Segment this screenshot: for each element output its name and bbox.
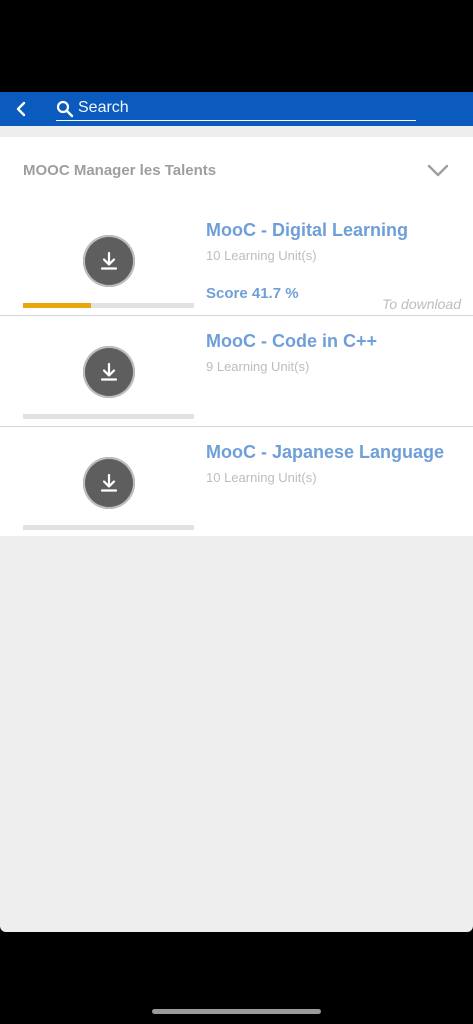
status-bar-area bbox=[0, 0, 473, 92]
course-units: 10 Learning Unit(s) bbox=[206, 470, 317, 485]
home-indicator bbox=[152, 1009, 321, 1014]
download-icon bbox=[100, 251, 118, 270]
course-group-panel: MOOC Manager les Talents MooC - Digital … bbox=[0, 137, 473, 536]
download-status: To download bbox=[382, 296, 461, 312]
download-button[interactable] bbox=[83, 457, 135, 509]
download-button[interactable] bbox=[83, 346, 135, 398]
search-bar bbox=[56, 98, 416, 121]
download-icon bbox=[100, 473, 118, 492]
course-score: Score 41.7 % bbox=[206, 285, 299, 302]
back-button[interactable] bbox=[6, 94, 36, 124]
chevron-down-icon[interactable] bbox=[426, 163, 450, 179]
content-area: MOOC Manager les Talents MooC - Digital … bbox=[0, 126, 473, 932]
course-units: 10 Learning Unit(s) bbox=[206, 248, 317, 263]
download-button[interactable] bbox=[83, 235, 135, 287]
course-group-header[interactable]: MOOC Manager les Talents bbox=[0, 137, 473, 205]
course-item-code-cpp[interactable]: MooC - Code in C++ 9 Learning Unit(s) bbox=[0, 316, 473, 427]
search-icon bbox=[56, 100, 74, 118]
download-icon bbox=[100, 362, 118, 381]
progress-bar bbox=[23, 525, 194, 530]
progress-fill bbox=[23, 303, 92, 308]
course-title: MooC - Digital Learning bbox=[206, 220, 408, 240]
course-item-digital-learning[interactable]: MooC - Digital Learning 10 Learning Unit… bbox=[0, 205, 473, 316]
course-item-japanese-language[interactable]: MooC - Japanese Language 10 Learning Uni… bbox=[0, 427, 473, 536]
course-group-title: MOOC Manager les Talents bbox=[23, 162, 217, 179]
course-title: MooC - Japanese Language bbox=[206, 442, 445, 462]
progress-bar bbox=[23, 414, 194, 419]
search-input[interactable] bbox=[78, 98, 412, 118]
progress-bar bbox=[23, 303, 194, 308]
course-units: 9 Learning Unit(s) bbox=[206, 359, 310, 374]
course-title: MooC - Code in C++ bbox=[206, 331, 377, 351]
top-app-bar bbox=[0, 92, 473, 126]
chevron-left-icon bbox=[16, 101, 26, 117]
